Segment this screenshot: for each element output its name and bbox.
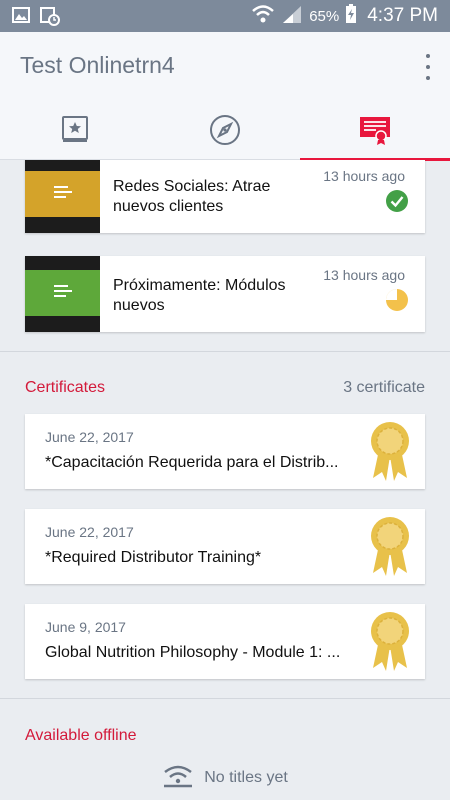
- tab-certificates[interactable]: [300, 104, 450, 161]
- dot: [426, 76, 430, 80]
- certificate-card[interactable]: June 22, 2017 *Capacitación Requerida pa…: [25, 414, 425, 489]
- battery-level: 65%: [309, 7, 340, 25]
- app-bar: Test Onlinetrn4: [0, 32, 450, 104]
- signal-icon: [281, 4, 303, 28]
- completed-check-icon: [385, 189, 409, 213]
- course-thumbnail: [25, 256, 100, 332]
- calendar-clock-icon: [40, 6, 60, 31]
- dot: [426, 65, 430, 69]
- thumbnail-band: [25, 171, 100, 217]
- certificate-name: *Required Distributor Training*: [45, 549, 262, 566]
- battery-charging-icon: [345, 4, 357, 28]
- clock: 4:37 PM: [367, 5, 438, 26]
- offline-wifi-icon: [162, 764, 194, 793]
- course-title: Próximamente: Módulos nuevos: [113, 277, 286, 314]
- dot: [426, 54, 430, 58]
- wifi-icon: [251, 4, 275, 28]
- gallery-icon: [12, 6, 30, 31]
- page-title: Test Onlinetrn4: [20, 52, 175, 78]
- section-title-offline: Available offline: [25, 727, 137, 744]
- document-icon: [52, 184, 74, 205]
- award-ribbon-icon: [369, 515, 411, 577]
- certificate-name: *Capacitación Requerida para el Distrib.…: [45, 454, 339, 471]
- document-icon: [52, 283, 74, 304]
- divider: [0, 351, 450, 352]
- certificate-date: June 22, 2017: [45, 429, 134, 445]
- certificate-card[interactable]: June 22, 2017 *Required Distributor Trai…: [25, 509, 425, 584]
- course-title: Redes Sociales: Atrae nuevos clientes: [113, 178, 271, 215]
- offline-empty-state: No titles yet: [0, 764, 450, 793]
- course-card[interactable]: Redes Sociales: Atrae nuevos clientes 13…: [25, 160, 425, 233]
- divider: [0, 698, 450, 699]
- certificate-date: June 22, 2017: [45, 524, 134, 540]
- award-ribbon-icon: [369, 610, 411, 672]
- tab-bar: [0, 104, 450, 161]
- tab-library[interactable]: [0, 104, 150, 160]
- certificate-name: Global Nutrition Philosophy - Module 1: …: [45, 644, 341, 661]
- course-card[interactable]: Próximamente: Módulos nuevos 13 hours ag…: [25, 256, 425, 332]
- content-scroll-area[interactable]: Redes Sociales: Atrae nuevos clientes 13…: [0, 160, 450, 800]
- tab-explore[interactable]: [150, 104, 300, 160]
- certificate-icon: [359, 114, 391, 151]
- in-progress-pie-icon: [385, 288, 409, 312]
- award-ribbon-icon: [369, 420, 411, 482]
- compass-icon: [209, 114, 241, 151]
- offline-empty-text: No titles yet: [204, 769, 288, 786]
- course-timestamp: 13 hours ago: [323, 267, 405, 283]
- book-star-icon: [60, 115, 90, 150]
- course-timestamp: 13 hours ago: [323, 168, 405, 184]
- certificate-card[interactable]: June 9, 2017 Global Nutrition Philosophy…: [25, 604, 425, 679]
- certificate-date: June 9, 2017: [45, 619, 126, 635]
- certificate-count: 3 certificate: [343, 379, 425, 396]
- section-title-certificates: Certificates: [25, 379, 106, 396]
- status-bar: 65% 4:37 PM: [0, 0, 450, 32]
- thumbnail-band: [25, 270, 100, 316]
- course-thumbnail: [25, 160, 100, 233]
- overflow-menu-button[interactable]: [420, 52, 436, 82]
